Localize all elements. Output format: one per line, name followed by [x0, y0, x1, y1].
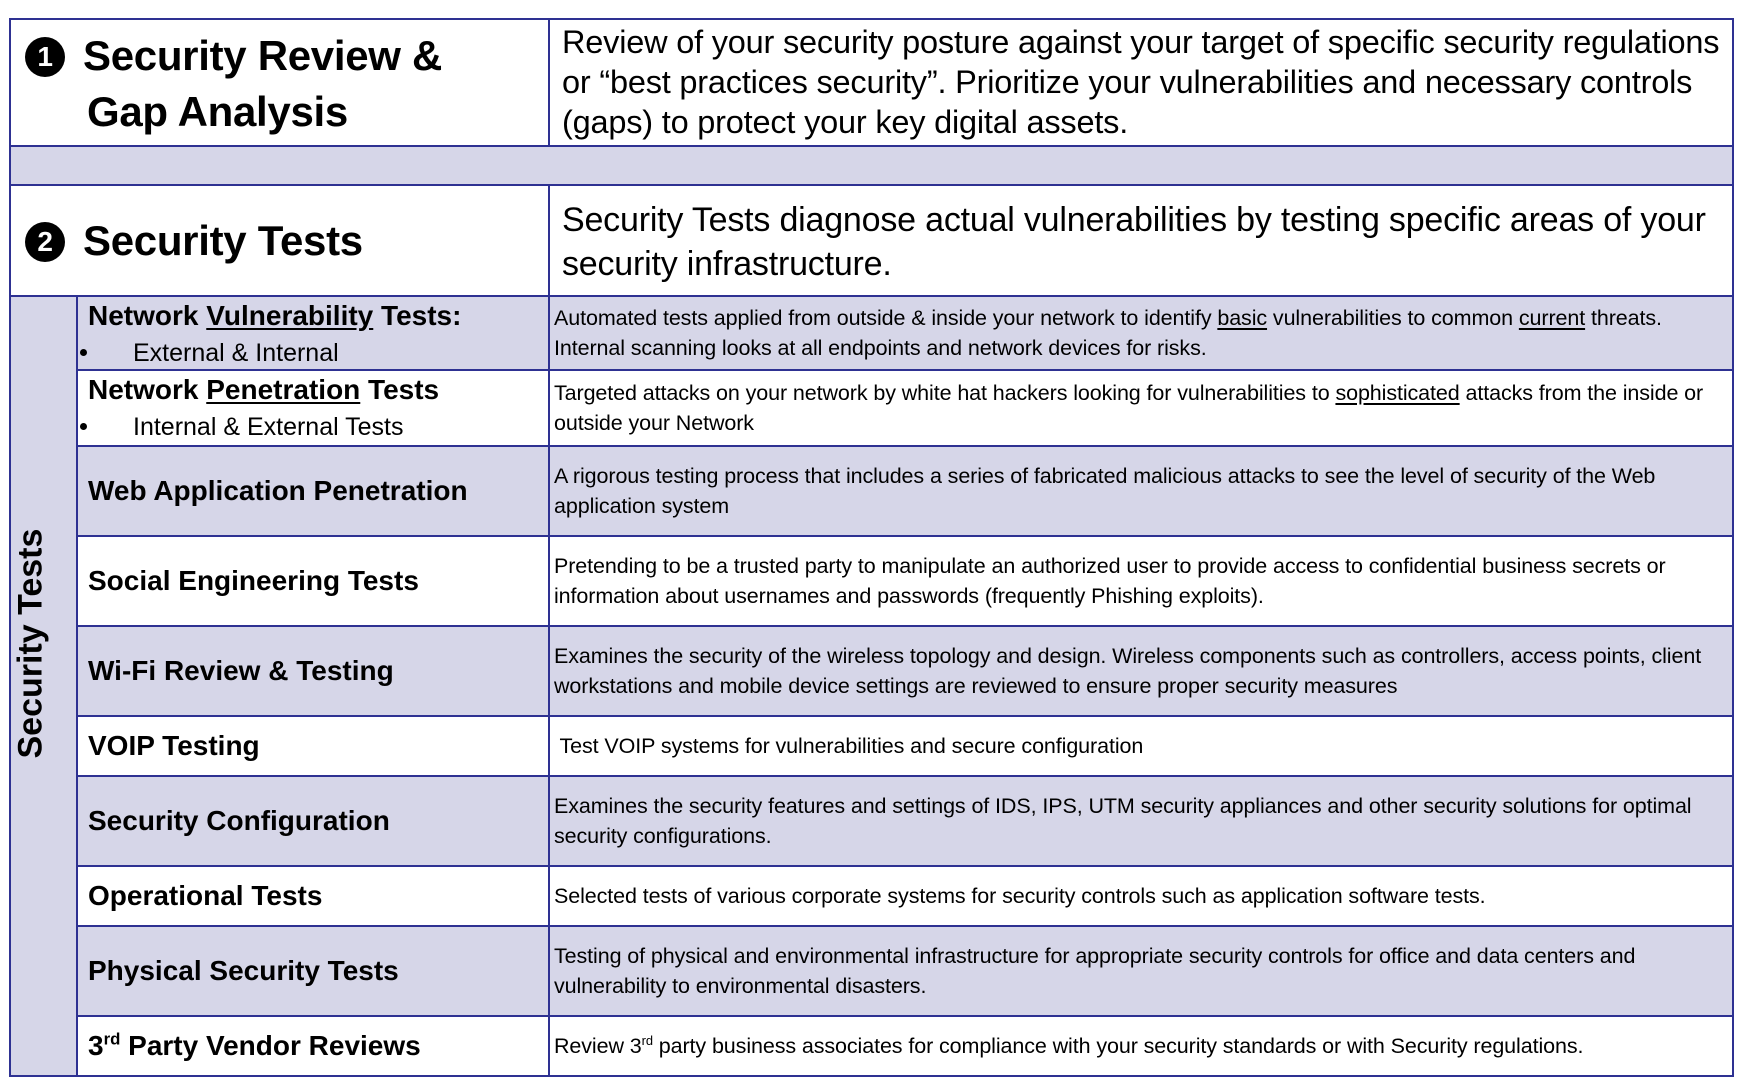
test-row-desc-cell: Examines the security features and setti…	[548, 775, 1734, 867]
test-description: Automated tests applied from outside & i…	[554, 306, 1662, 360]
section2-description: Security Tests diagnose actual vulnerabi…	[562, 201, 1706, 283]
section1-title-cell: 1 Security Review & Gap Analysis	[9, 18, 550, 149]
test-bullet: External & Internal	[80, 338, 339, 368]
test-description: Pretending to be a trusted party to mani…	[554, 554, 1666, 608]
test-name: VOIP Testing	[88, 730, 260, 761]
test-row-desc-cell: Targeted attacks on your network by whit…	[548, 369, 1734, 447]
section1-description-cell: Review of your security posture against …	[548, 18, 1734, 149]
section2-description-cell: Security Tests diagnose actual vulnerabi…	[548, 184, 1734, 297]
test-row-name-cell: Physical Security Tests	[76, 925, 550, 1017]
number-2-circle-icon: 2	[25, 222, 65, 262]
section1-title: 1 Security Review &	[25, 26, 442, 86]
bullet-icon	[80, 423, 87, 430]
test-name: Security Configuration	[88, 805, 390, 836]
section1-title-line2: Gap Analysis	[87, 88, 348, 135]
test-row-name-cell: Wi-Fi Review & Testing	[76, 625, 550, 717]
section-spacer	[9, 147, 1734, 186]
test-row-name-cell: Social Engineering Tests	[76, 535, 550, 627]
security-tests-side-label: Security Tests	[11, 528, 50, 759]
test-row-desc-cell: Selected tests of various corporate syst…	[548, 865, 1734, 927]
bullet-icon	[80, 349, 87, 356]
test-description: Targeted attacks on your network by whit…	[554, 381, 1704, 435]
test-name: Operational Tests	[88, 880, 323, 911]
test-row-desc-cell: Review 3rd party business associates for…	[548, 1015, 1734, 1077]
test-description: Examines the security features and setti…	[554, 794, 1692, 848]
test-description: A rigorous testing process that includes…	[554, 464, 1656, 518]
test-name: Web Application Penetration	[88, 475, 468, 506]
section2-title: 2 Security Tests	[25, 211, 363, 271]
test-description: Review 3rd party business associates for…	[554, 1032, 1584, 1058]
test-name: Network Penetration Tests	[88, 374, 440, 405]
test-name: 3rd Party Vendor Reviews	[88, 1029, 421, 1061]
test-bullet: Internal & External Tests	[80, 412, 404, 442]
test-row-name-cell: Security Configuration	[76, 775, 550, 867]
test-row-desc-cell: Automated tests applied from outside & i…	[548, 295, 1734, 371]
test-row-desc-cell: Examines the security of the wireless to…	[548, 625, 1734, 717]
test-row-desc-cell: Pretending to be a trusted party to mani…	[548, 535, 1734, 627]
test-name: Physical Security Tests	[88, 955, 399, 986]
test-row-desc-cell: Test VOIP systems for vulnerabilities an…	[548, 715, 1734, 777]
test-row-name-cell: Network Penetration Tests Internal & Ext…	[76, 369, 550, 447]
section1-description: Review of your security posture against …	[562, 24, 1720, 140]
test-description: Examines the security of the wireless to…	[554, 644, 1702, 698]
section2-title-cell: 2 Security Tests	[9, 184, 550, 297]
security-tests-side-cell: Security Tests	[9, 295, 78, 1077]
test-row-desc-cell: Testing of physical and environmental in…	[548, 925, 1734, 1017]
test-name: Wi-Fi Review & Testing	[88, 655, 394, 686]
test-row-name-cell: Operational Tests	[76, 865, 550, 927]
number-1-circle-icon: 1	[25, 37, 65, 77]
test-description: Selected tests of various corporate syst…	[554, 884, 1486, 908]
test-row-name-cell: 3rd Party Vendor Reviews	[76, 1015, 550, 1077]
test-name: Social Engineering Tests	[88, 565, 419, 596]
test-row-desc-cell: A rigorous testing process that includes…	[548, 445, 1734, 537]
test-name: Network Vulnerability Tests:	[88, 300, 462, 331]
test-row-name-cell: Web Application Penetration	[76, 445, 550, 537]
test-description: Testing of physical and environmental in…	[554, 944, 1636, 998]
test-description: Test VOIP systems for vulnerabilities an…	[554, 734, 1144, 758]
test-row-name-cell: VOIP Testing	[76, 715, 550, 777]
test-row-name-cell: Network Vulnerability Tests: External & …	[76, 295, 550, 371]
